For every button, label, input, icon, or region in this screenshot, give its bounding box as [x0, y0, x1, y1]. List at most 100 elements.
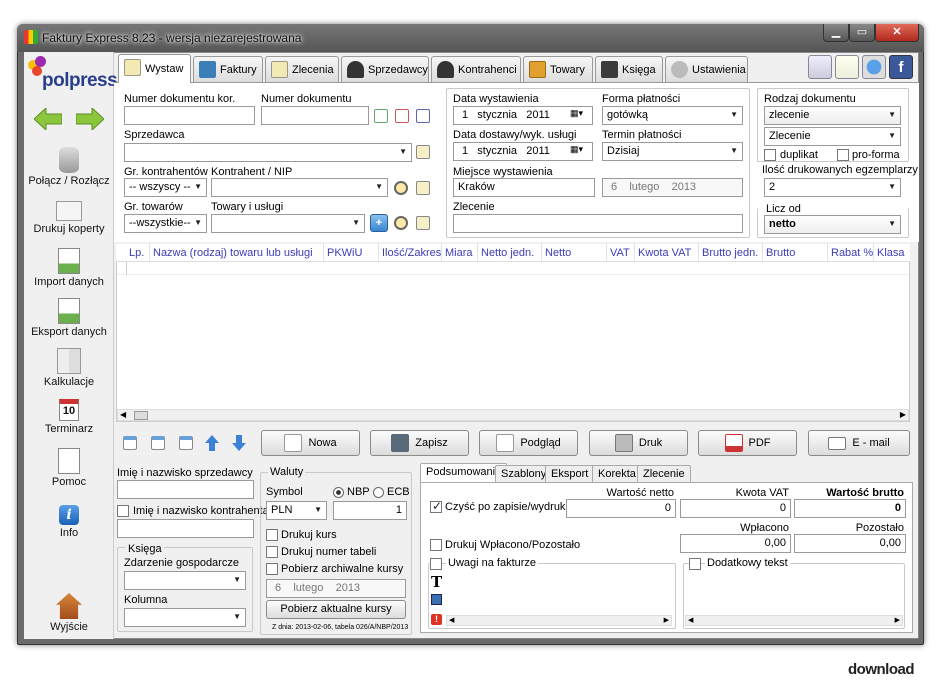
doc-type-select-2[interactable]: Zlecenie [764, 127, 901, 146]
payment-term-select[interactable]: Dzisiaj [602, 142, 743, 161]
print-rate-checkbox[interactable] [266, 529, 278, 541]
print-paid-checkbox[interactable] [430, 539, 442, 551]
sidebar-item-help[interactable]: Pomoc [24, 448, 114, 488]
currency-symbol-select[interactable]: PLN [266, 501, 327, 520]
tab-ustawienia[interactable]: Ustawienia [665, 56, 748, 82]
scroll-left-icon[interactable]: ◀ [120, 410, 126, 419]
tab-korekta[interactable]: Korekta [592, 465, 642, 483]
sidebar-item-calculations[interactable]: Kalkulacje [24, 348, 114, 388]
place-input[interactable]: Kraków [453, 178, 595, 197]
proforma-checkbox[interactable] [837, 149, 849, 161]
toolbar-icon-2[interactable] [835, 55, 859, 79]
ecb-radio[interactable] [373, 487, 384, 498]
edit-contractor-icon[interactable] [416, 181, 430, 195]
column-select[interactable] [124, 608, 246, 627]
seller-select[interactable] [124, 143, 412, 162]
tab-wystaw[interactable]: Wystaw [118, 54, 191, 83]
image-icon[interactable] [431, 594, 442, 605]
doc-type-select[interactable]: zlecenie [764, 106, 901, 125]
paid-value[interactable]: 0,00 [680, 534, 791, 553]
scroll-right-icon[interactable]: ▶ [664, 616, 669, 624]
tab-sprzedawcy[interactable]: Sprzedawcy [341, 56, 429, 82]
count-from-select[interactable]: netto [764, 215, 901, 234]
print-button[interactable]: Druk [589, 430, 688, 456]
scroll-right-icon[interactable]: ▶ [895, 616, 900, 624]
goods-select[interactable] [211, 214, 365, 233]
maximize-button[interactable]: ▭ [849, 24, 875, 42]
text-format-icon[interactable]: T [431, 573, 442, 591]
goods-group-select[interactable]: --wszystkie-- [124, 214, 207, 233]
doc-num-input[interactable] [261, 106, 369, 125]
extra-text-scrollbar[interactable]: ◀ ▶ [685, 615, 903, 626]
print-table-checkbox[interactable] [266, 546, 278, 558]
tab-ksiega[interactable]: Księga [595, 56, 663, 82]
sidebar-item-connect[interactable]: Połącz / Rozłącz [24, 147, 114, 187]
col-class[interactable]: Klasa [874, 244, 908, 261]
confirm-row-icon[interactable] [179, 436, 193, 450]
sidebar-item-info[interactable]: i Info [24, 505, 114, 539]
add-row-icon[interactable] [123, 436, 137, 450]
scroll-left-icon[interactable]: ◀ [449, 616, 454, 624]
tab-zlecenia[interactable]: Zlecenia [265, 56, 339, 82]
copies-select[interactable]: 2 [764, 178, 901, 197]
order-input[interactable] [453, 214, 743, 233]
seller-name-input[interactable] [117, 480, 254, 499]
clear-after-save-checkbox[interactable] [430, 499, 442, 513]
close-button[interactable]: ✕ [875, 24, 919, 42]
sidebar-item-envelopes[interactable]: Drukuj koperty [24, 198, 114, 235]
scroll-left-icon[interactable]: ◀ [688, 616, 693, 624]
event-select[interactable] [124, 571, 246, 590]
sidebar-item-export[interactable]: Eksport danych [24, 298, 114, 338]
sidebar-item-import[interactable]: Import danych [24, 248, 114, 288]
preview-button[interactable]: Podgląd [479, 430, 578, 456]
back-arrow-icon[interactable] [33, 106, 63, 132]
grid-horizontal-scrollbar[interactable]: ◀ ▶ [117, 409, 909, 421]
edit-goods-icon[interactable] [416, 216, 430, 230]
col-lp[interactable]: Lp. [116, 244, 150, 261]
tab-eksport[interactable]: Eksport [545, 465, 595, 483]
toolbar-icon-1[interactable] [808, 55, 832, 79]
pdf-button[interactable]: PDF [698, 430, 797, 456]
place-date-input[interactable]: 6 lutego 2013 [602, 178, 743, 197]
extra-text-checkbox[interactable] [689, 558, 701, 570]
archive-date-input[interactable]: 6 lutego 2013 [266, 579, 406, 598]
col-vat[interactable]: VAT [607, 244, 635, 261]
search-goods-icon[interactable] [394, 216, 408, 230]
move-up-icon[interactable] [205, 435, 219, 451]
col-pkwiu[interactable]: PKWiU [324, 244, 379, 261]
delete-row-icon[interactable] [151, 436, 165, 450]
notes-scrollbar[interactable]: ◀ ▶ [446, 615, 672, 626]
doc-kor-input[interactable] [124, 106, 255, 125]
scroll-thumb[interactable] [134, 411, 148, 420]
remove-doc-icon[interactable] [395, 109, 409, 123]
edit-seller-icon[interactable] [416, 145, 430, 159]
add-doc-icon[interactable] [374, 109, 388, 123]
duplicate-checkbox[interactable] [764, 149, 776, 161]
search-contractor-icon[interactable] [394, 181, 408, 195]
add-goods-icon[interactable]: + [370, 214, 388, 232]
contractor-name-input[interactable] [117, 519, 254, 538]
move-down-icon[interactable] [232, 435, 246, 451]
nbp-radio[interactable] [333, 487, 344, 498]
tab-towary[interactable]: Towary [523, 56, 593, 82]
email-button[interactable]: E - mail [808, 430, 910, 456]
contractor-name-checkbox[interactable] [117, 505, 129, 517]
sidebar-item-exit[interactable]: Wyjście [24, 593, 114, 633]
scroll-right-icon[interactable]: ▶ [900, 410, 906, 419]
save-button[interactable]: Zapisz [370, 430, 469, 456]
new-button[interactable]: Nowa [261, 430, 360, 456]
col-qty[interactable]: Ilość/Zakres [379, 244, 442, 261]
col-unit[interactable]: Miara [442, 244, 478, 261]
globe-icon[interactable] [862, 55, 886, 79]
calendar-dropdown-icon[interactable]: ▦▾ [570, 108, 590, 122]
forward-arrow-icon[interactable] [75, 106, 105, 132]
minimize-button[interactable]: ▁ [823, 24, 849, 42]
col-net-unit[interactable]: Netto jedn. [478, 244, 542, 261]
calendar-dropdown-icon[interactable]: ▦▾ [570, 144, 590, 158]
contractor-select[interactable] [211, 178, 388, 197]
tab-zlecenie[interactable]: Zlecenie [637, 465, 691, 483]
col-name[interactable]: Nazwa (rodzaj) towaru lub usługi [150, 244, 324, 261]
grid-row[interactable] [117, 262, 909, 275]
sidebar-item-calendar[interactable]: 10 Terminarz [24, 399, 114, 435]
notes-checkbox[interactable] [430, 558, 442, 570]
